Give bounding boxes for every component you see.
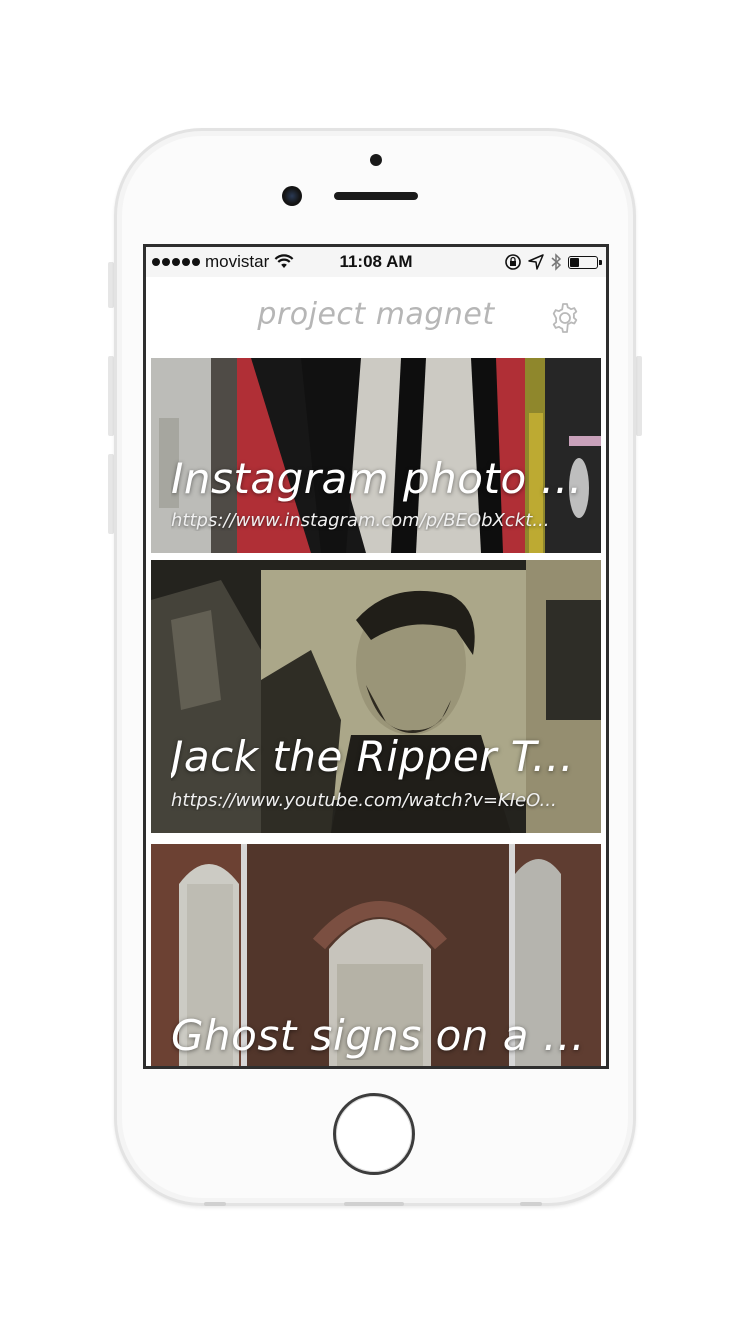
phone-edge-detail [520, 1202, 542, 1206]
location-arrow-icon [528, 254, 544, 270]
proximity-sensor [370, 154, 382, 166]
card-title: Jack the Ripper Tou... [171, 732, 585, 781]
power-button [636, 356, 642, 436]
card-url[interactable]: https://www.youtube.com/watch?v=KIeO... [171, 790, 577, 811]
screen: movistar 11:08 AM project magnet Instagr… [143, 244, 609, 1069]
card-title: Instagram photo b... [171, 454, 585, 503]
home-button-icon[interactable] [333, 1093, 415, 1175]
list-item[interactable]: Jack the Ripper Tou... https://www.youtu… [151, 560, 601, 833]
app-title: project magnet [257, 297, 495, 332]
status-bar: movistar 11:08 AM [146, 247, 606, 277]
bluetooth-icon [551, 253, 562, 271]
phone-edge-detail [204, 1202, 226, 1206]
list-item[interactable]: Ghost signs on a fo... [151, 844, 601, 1066]
battery-icon [568, 255, 602, 269]
earpiece-speaker [334, 192, 418, 200]
nav-bar: project magnet [146, 277, 606, 358]
front-camera-icon [282, 186, 302, 206]
link-feed: Instagram photo b... https://www.instagr… [146, 357, 606, 1066]
card-url[interactable]: https://www.instagram.com/p/BEObXckt... [171, 510, 577, 531]
list-item[interactable]: Instagram photo b... https://www.instagr… [151, 358, 601, 553]
gear-icon[interactable] [548, 301, 582, 335]
phone-edge-detail [344, 1202, 404, 1206]
card-title: Ghost signs on a fo... [171, 1011, 585, 1060]
rotation-lock-icon [505, 254, 521, 270]
